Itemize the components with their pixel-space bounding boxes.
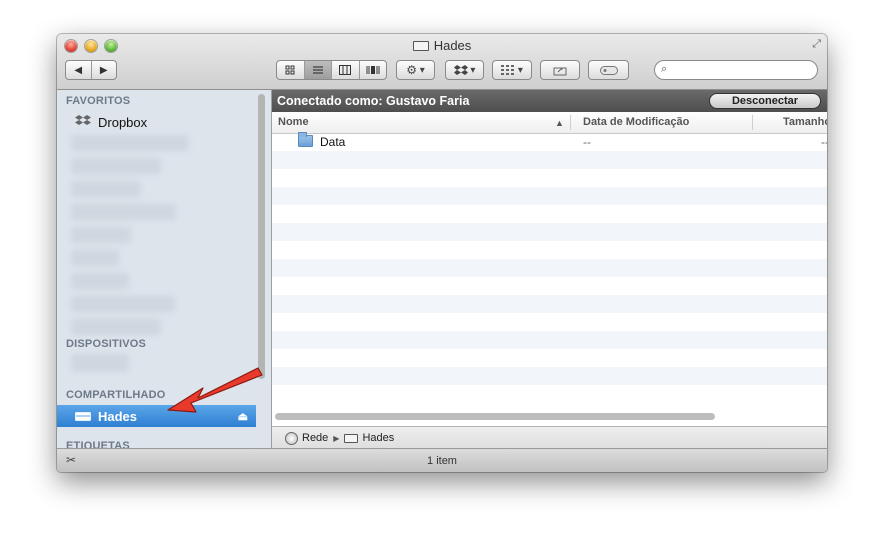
column-header-size[interactable]: Tamanho (783, 116, 827, 128)
column-view-button[interactable] (331, 61, 359, 79)
dropbox-icon (74, 114, 92, 130)
list-item (272, 223, 827, 241)
column-header-date[interactable]: Data de Modificação (583, 116, 689, 128)
redacted-favorite[interactable] (71, 273, 129, 289)
coverflow-view-icon (366, 66, 380, 74)
column-headers: Nome ▲ Data de Modificação Tamanho (272, 112, 827, 134)
list-item (272, 205, 827, 223)
back-forward-control: ◀ ▶ (65, 60, 117, 80)
column-divider[interactable] (752, 115, 753, 130)
table-row[interactable]: Data -- -- (272, 132, 827, 151)
search-input[interactable] (673, 62, 813, 80)
tag-icon (599, 65, 618, 75)
share-icon (553, 67, 567, 75)
file-size: -- (821, 135, 827, 149)
sort-ascending-icon: ▲ (555, 118, 564, 128)
search-icon: ⌕ (661, 63, 668, 75)
tags-button[interactable] (588, 60, 629, 80)
list-item (272, 259, 827, 277)
dropdown-arrow-icon: ▾ (517, 64, 523, 76)
path-separator-icon: ▶ (333, 433, 340, 443)
list-item (272, 313, 827, 331)
sidebar-scrollbar[interactable] (258, 94, 265, 379)
redacted-device[interactable] (71, 354, 129, 372)
redacted-favorite[interactable] (71, 227, 131, 243)
column-view-icon (339, 65, 352, 75)
sidebar-header-shared: COMPARTILHADO (66, 389, 166, 401)
column-header-name[interactable]: Nome (278, 116, 309, 128)
list-item (272, 295, 827, 313)
fullscreen-icon[interactable]: ⤢ (812, 38, 821, 51)
sidebar-item-dropbox[interactable]: Dropbox (57, 111, 256, 133)
redacted-favorite[interactable] (71, 319, 161, 335)
sidebar-header-tags: ETIQUETAS (66, 440, 130, 448)
redacted-favorite[interactable] (71, 204, 176, 220)
list-view-button[interactable] (303, 61, 331, 79)
list-item (272, 277, 827, 295)
list-item (272, 187, 827, 205)
server-icon (74, 409, 92, 424)
dropdown-arrow-icon: ▾ (419, 64, 425, 76)
icon-view-button[interactable] (277, 61, 304, 79)
network-globe-icon (285, 431, 298, 445)
item-count: 1 item (427, 455, 457, 467)
list-item (272, 169, 827, 187)
eject-icon[interactable]: ⏏ (238, 410, 248, 423)
action-menu-button[interactable]: ⚙ ▾ (396, 60, 435, 80)
redacted-favorite[interactable] (71, 250, 119, 266)
file-name: Data (320, 135, 346, 149)
icon-view-icon (285, 65, 295, 75)
redacted-favorite[interactable] (71, 135, 189, 151)
arrange-menu-button[interactable]: ▾ (492, 60, 532, 80)
connection-bar: Conectado como: Gustavo Faria Desconecta… (272, 90, 827, 112)
path-item-network[interactable]: Rede (302, 432, 328, 444)
search-field[interactable]: ⌕ (654, 60, 818, 80)
list-item (272, 349, 827, 367)
connected-as-label: Conectado como: Gustavo Faria (277, 94, 470, 108)
share-button[interactable] (540, 60, 580, 80)
dropbox-menu-button[interactable]: ▾ (445, 60, 484, 80)
server-disk-icon (412, 41, 429, 51)
file-browser: Conectado como: Gustavo Faria Desconecta… (272, 90, 827, 449)
coverflow-view-button[interactable] (358, 61, 387, 79)
status-bar: ✂ 1 item (57, 448, 827, 472)
path-bar: Rede ▶ Hades (272, 426, 827, 449)
list-item (272, 241, 827, 259)
forward-button[interactable]: ▶ (90, 61, 117, 79)
dropdown-arrow-icon: ▾ (470, 64, 476, 76)
redacted-favorite[interactable] (71, 158, 161, 174)
redacted-favorite[interactable] (71, 181, 141, 197)
back-button[interactable]: ◀ (66, 61, 91, 79)
sidebar-header-favorites: FAVORITOS (66, 95, 131, 107)
file-list: Data -- -- (272, 132, 827, 405)
server-disk-icon (344, 433, 359, 443)
sidebar-header-devices: DISPOSITIVOS (66, 338, 147, 350)
list-view-icon (312, 66, 323, 74)
list-item (272, 385, 827, 403)
list-item (272, 331, 827, 349)
sidebar: FAVORITOS Dropbox DISPOSITIVOS COMPARTIL… (57, 90, 272, 448)
window-title: Hades (57, 38, 827, 53)
dropbox-icon (453, 65, 468, 75)
view-mode-control (276, 60, 387, 80)
horizontal-scrollbar[interactable] (275, 413, 715, 420)
sidebar-item-hades[interactable]: Hades ⏏ (57, 405, 256, 427)
toolbar: Hades ⤢ ◀ ▶ ⚙ ▾ ▾ ▾ ⌕ (57, 34, 827, 90)
path-item-server[interactable]: Hades (362, 432, 394, 444)
redacted-favorite[interactable] (71, 296, 175, 312)
column-divider[interactable] (570, 115, 571, 130)
list-item (272, 367, 827, 385)
sidebar-item-label: Hades (98, 408, 138, 424)
list-item (272, 151, 827, 169)
sidebar-item-label: Dropbox (98, 114, 148, 130)
folder-icon (298, 132, 313, 147)
finder-window: Hades ⤢ ◀ ▶ ⚙ ▾ ▾ ▾ ⌕ FAVORITOS Dropbox (57, 34, 827, 472)
disconnect-button[interactable]: Desconectar (709, 93, 821, 109)
file-date: -- (583, 135, 591, 149)
arrange-grid-icon (501, 65, 515, 75)
gear-icon: ⚙ (406, 63, 417, 77)
